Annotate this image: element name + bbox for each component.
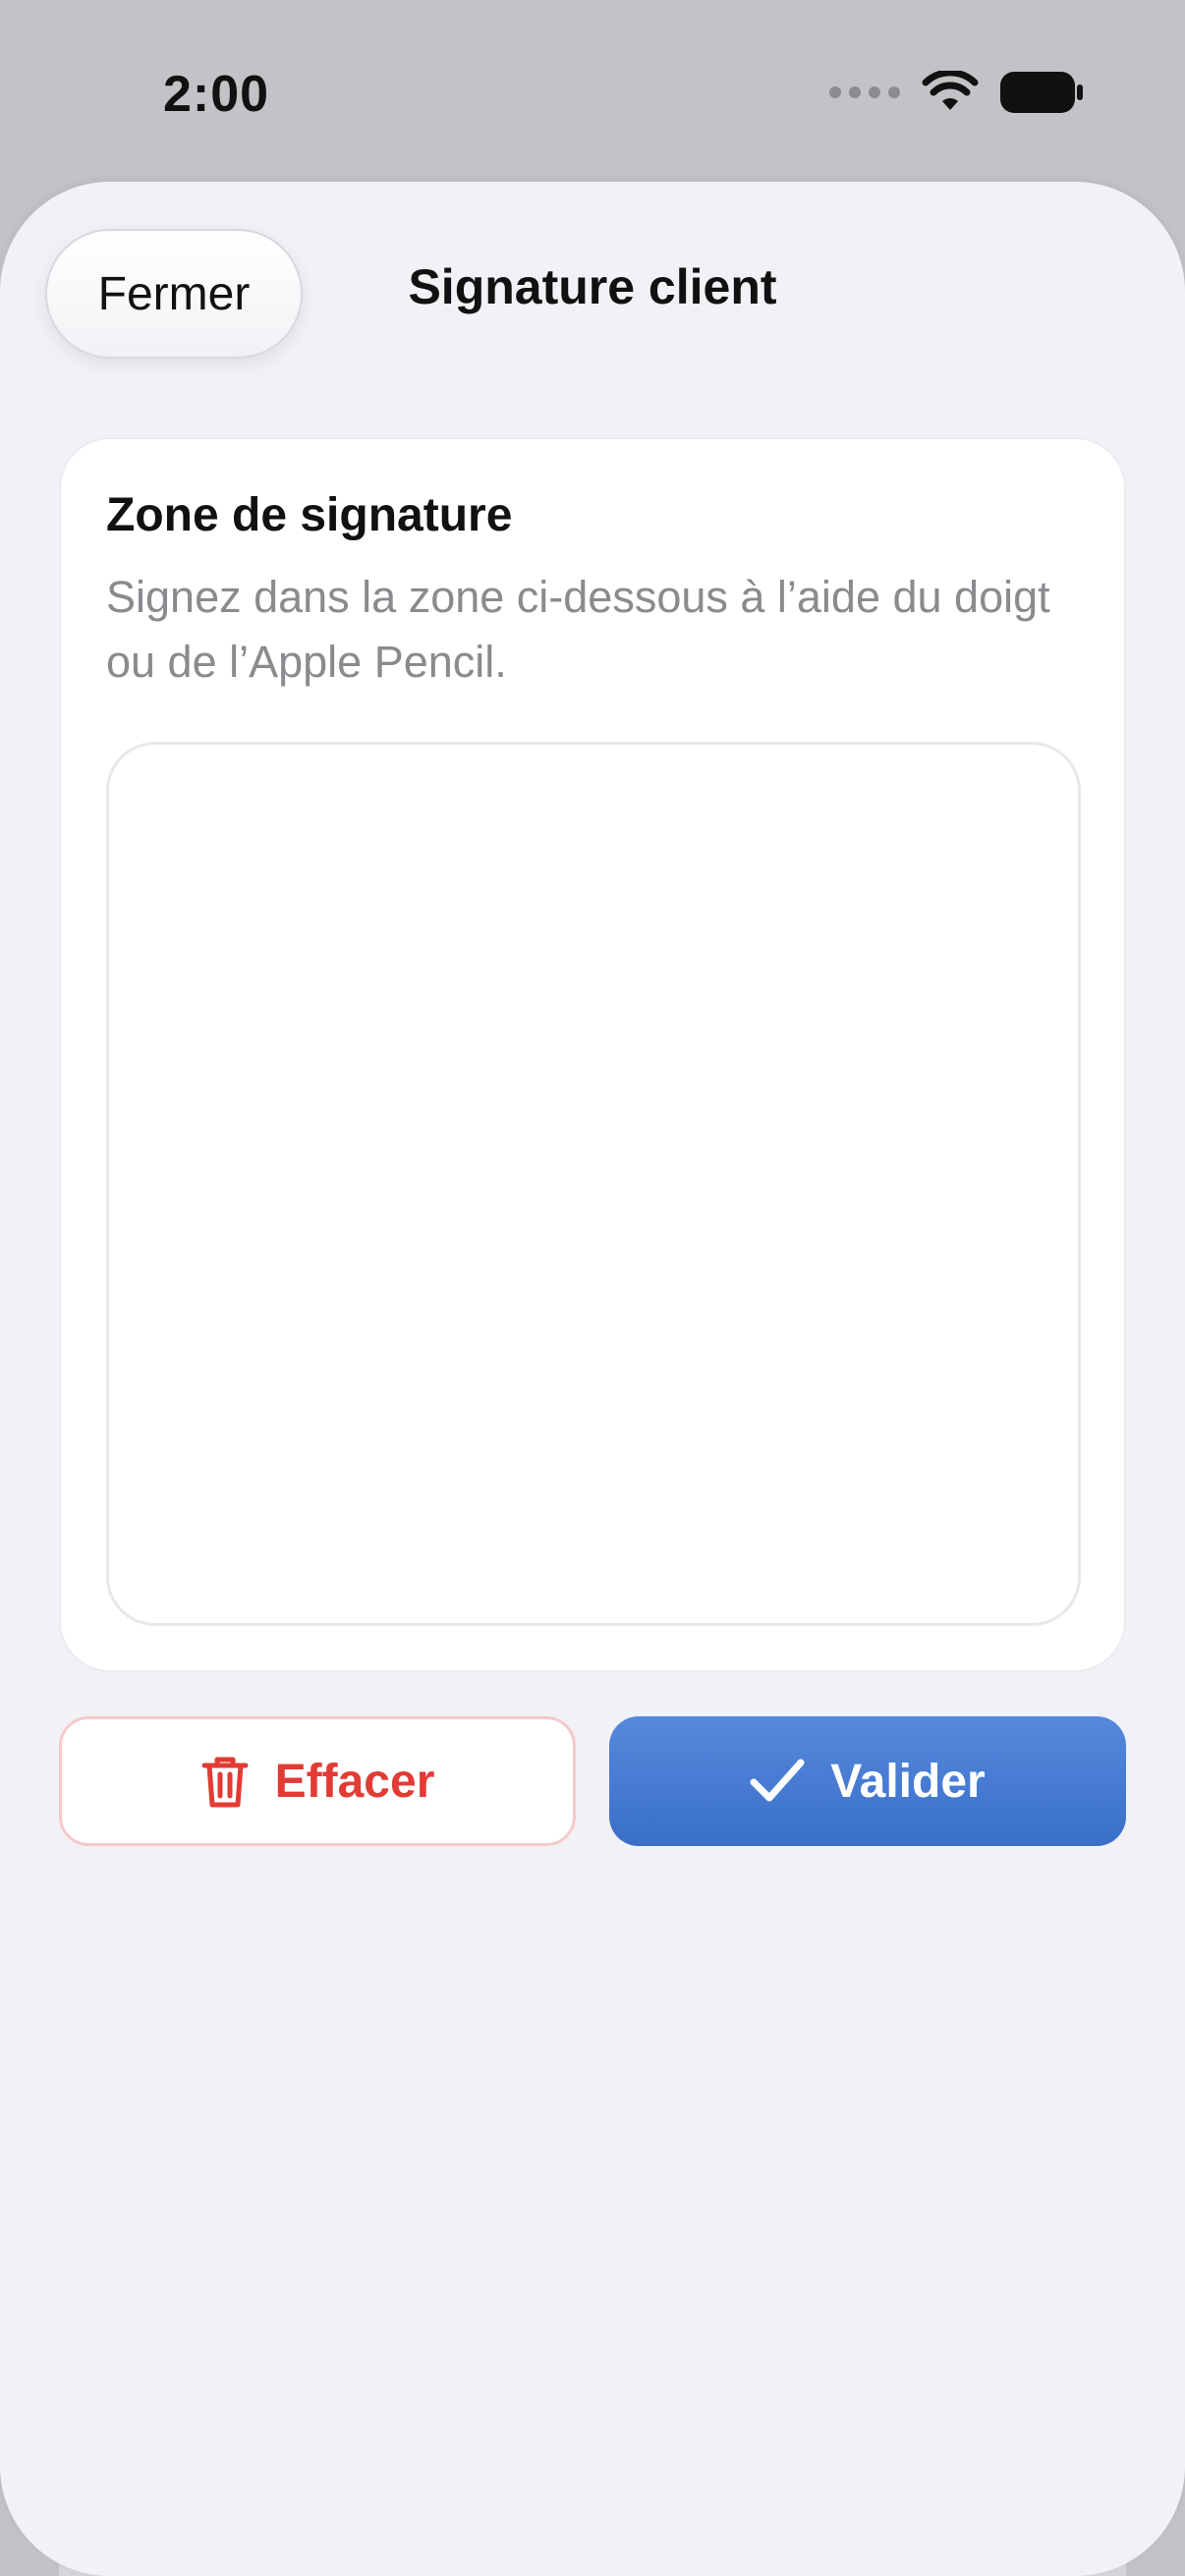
battery-icon: [1000, 72, 1083, 113]
card-description: Signez dans la zone ci-dessous à l’aide …: [106, 572, 1050, 687]
status-time: 2:00: [163, 66, 270, 123]
checkmark-icon: [750, 1759, 805, 1802]
card-title: Zone de signature: [106, 489, 513, 541]
clear-button-label: Effacer: [274, 1755, 435, 1808]
wifi-icon: [922, 71, 979, 110]
status-icons: [829, 71, 1083, 114]
close-button[interactable]: Fermer: [45, 229, 303, 359]
validate-button-label: Valider: [830, 1755, 986, 1808]
clear-button[interactable]: Effacer: [59, 1716, 576, 1846]
screen: 2:00 Signature client Fermer Zone de sig…: [0, 0, 1185, 2576]
signature-sheet: Signature client Fermer Zone de signatur…: [0, 182, 1185, 2576]
trash-icon: [201, 1757, 249, 1808]
signature-canvas[interactable]: [106, 742, 1081, 1626]
validate-button[interactable]: Valider: [609, 1716, 1126, 1846]
cellular-dots-icon: [829, 86, 900, 98]
signature-card: Zone de signature Signez dans la zone ci…: [59, 437, 1126, 1672]
